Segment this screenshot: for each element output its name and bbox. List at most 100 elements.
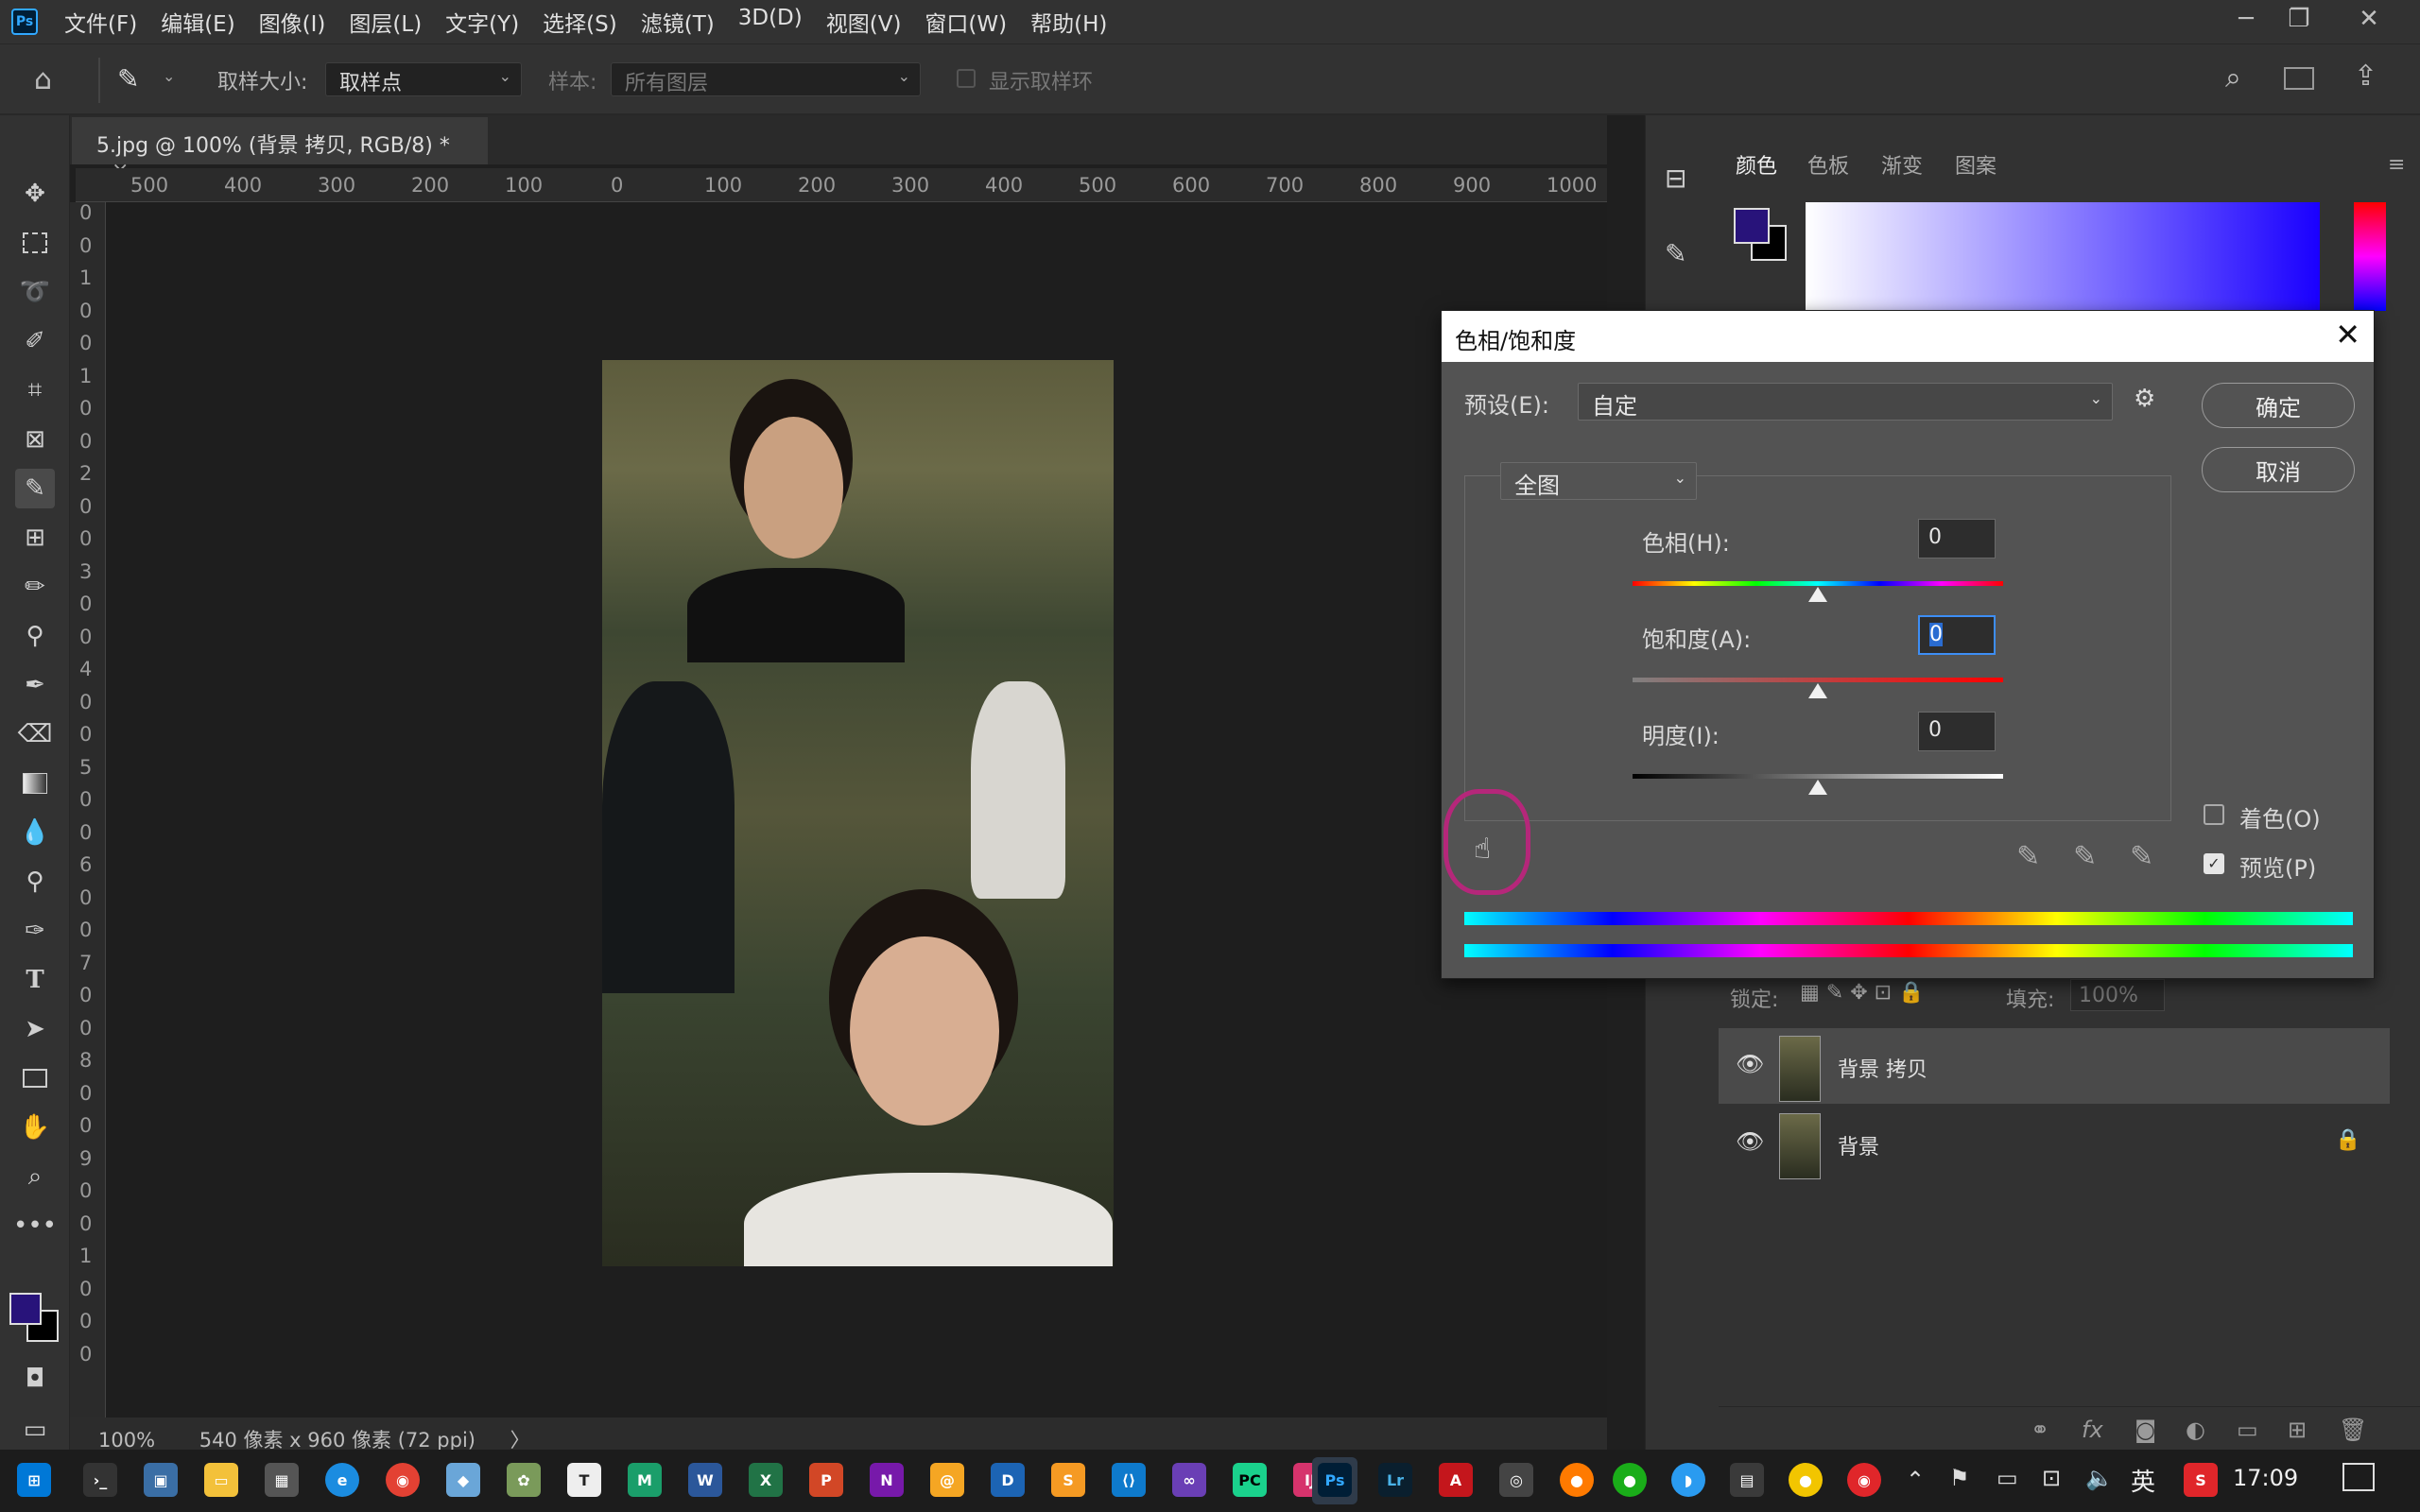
zoom-level[interactable]: 100% <box>98 1429 155 1452</box>
chevron-up-icon[interactable]: ⌃ <box>1906 1467 1925 1493</box>
quick-mask-icon[interactable]: ◘ <box>15 1359 55 1399</box>
saturation-input[interactable]: 0 <box>1918 615 1996 655</box>
panel-foreground-swatch[interactable] <box>1734 208 1770 244</box>
history-brush-icon[interactable]: ✒ <box>15 665 55 705</box>
hue-strip[interactable] <box>2354 202 2386 311</box>
color-field[interactable] <box>1806 202 2320 311</box>
rectangle-tool-icon[interactable] <box>15 1058 55 1098</box>
screen-mode-icon[interactable]: ▭ <box>15 1410 55 1450</box>
range-select[interactable]: 全图 ⌄ <box>1500 462 1697 500</box>
lightness-slider-track[interactable] <box>1633 774 2003 779</box>
colorize-checkbox[interactable] <box>2204 804 2224 825</box>
menu-type[interactable]: 文字(Y) <box>445 6 519 38</box>
hand-tool-icon[interactable]: ✋ <box>15 1108 55 1147</box>
file-explorer-icon[interactable]: ▭ <box>204 1463 238 1497</box>
sample-select[interactable]: 所有图层 ⌄ <box>611 62 921 96</box>
menu-edit[interactable]: 编辑(E) <box>161 6 234 38</box>
powerpoint-icon[interactable]: P <box>809 1463 843 1497</box>
ok-button[interactable]: 确定 <box>2202 383 2355 428</box>
tab-color[interactable]: 颜色 <box>1736 149 1777 180</box>
windows-start-icon[interactable]: ⊞ <box>17 1463 51 1497</box>
eraser-tool-icon[interactable]: ⌫ <box>15 714 55 754</box>
layer-row[interactable]: 👁 背景 🔒 <box>1719 1106 2390 1181</box>
gear-icon[interactable]: ⚙ <box>2134 385 2155 413</box>
sample-size-select[interactable]: 取样点 ⌄ <box>325 62 522 96</box>
pycharm-icon[interactable]: PC <box>1233 1463 1267 1497</box>
panel-menu-icon[interactable]: ≡ <box>2388 153 2405 177</box>
move-tool-icon[interactable]: ✥ <box>15 174 55 214</box>
menu-file[interactable]: 文件(F) <box>64 6 137 38</box>
document-tab[interactable]: 5.jpg @ 100% (背景 拷贝, RGB/8) * × <box>72 117 488 182</box>
status-arrow-icon[interactable]: 〉 <box>510 1429 530 1452</box>
clock[interactable]: 17:09 <box>2233 1465 2298 1491</box>
eyedropper-minus-icon[interactable]: ✎ <box>2130 840 2153 873</box>
onenote-icon[interactable]: N <box>870 1463 904 1497</box>
wechat-icon[interactable]: ● <box>1613 1463 1647 1497</box>
tray-icon[interactable]: ⚑ <box>1949 1465 1970 1491</box>
menu-3d[interactable]: 3D(D) <box>738 6 803 38</box>
fx-icon[interactable]: fx <box>2082 1417 2103 1443</box>
quick-select-tool-icon[interactable]: ✐ <box>15 321 55 361</box>
trash-icon[interactable]: 🗑 <box>2339 1417 2367 1443</box>
healing-tool-icon[interactable]: ⊞ <box>15 518 55 558</box>
netease-music-icon[interactable]: ◉ <box>1847 1463 1881 1497</box>
chevron-down-icon[interactable]: ⌄ <box>163 67 175 85</box>
word-icon[interactable]: W <box>688 1463 722 1497</box>
eyedropper-icon[interactable]: ✎ <box>117 63 139 94</box>
visual-studio-icon[interactable]: ∞ <box>1172 1463 1206 1497</box>
eye-icon[interactable]: 👁 <box>1736 1128 1764 1155</box>
dodge-tool-icon[interactable]: ⚲ <box>15 862 55 902</box>
menu-select[interactable]: 选择(S) <box>543 6 617 38</box>
lock-icons[interactable]: ▦ ✎ ✥ ⊡ 🔒 <box>1800 981 1924 1005</box>
home-icon[interactable]: ⌂ <box>34 63 52 96</box>
document-image[interactable] <box>602 360 1114 1266</box>
folder-icon[interactable]: ▭ <box>2237 1417 2258 1443</box>
ime-indicator[interactable]: 英 <box>2131 1463 2155 1498</box>
new-layer-icon[interactable]: ⊞ <box>2288 1417 2307 1443</box>
targeted-adjustment-icon[interactable]: ☝ <box>1474 833 1491 866</box>
menu-view[interactable]: 视图(V) <box>826 6 902 38</box>
hue-slider-track[interactable] <box>1633 581 2003 586</box>
eyedropper-icon[interactable]: ✎ <box>2016 840 2040 873</box>
crop-tool-icon[interactable]: ⌗ <box>15 370 55 410</box>
notification-icon[interactable] <box>2342 1463 2375 1491</box>
more-tools-icon[interactable]: ••• <box>13 1206 57 1246</box>
pen-tool-icon[interactable]: ✑ <box>15 911 55 951</box>
battery-icon[interactable]: ▭ <box>1996 1465 2018 1491</box>
cancel-button[interactable]: 取消 <box>2202 447 2355 492</box>
acrobat-icon[interactable]: A <box>1439 1463 1473 1497</box>
marquee-tool-icon[interactable] <box>15 223 55 263</box>
eyedropper-plus-icon[interactable]: ✎ <box>2073 840 2097 873</box>
share-icon[interactable]: ⇪ <box>2354 60 2377 93</box>
gradient-tool-icon[interactable] <box>15 764 55 803</box>
close-window-button[interactable]: ✕ <box>2341 0 2397 38</box>
typora-icon[interactable]: T <box>567 1463 601 1497</box>
blur-tool-icon[interactable]: 💧 <box>15 813 55 852</box>
app-icon[interactable]: ▤ <box>1730 1463 1764 1497</box>
lightness-input[interactable]: 0 <box>1918 712 1996 751</box>
preview-checkbox[interactable]: ✓ <box>2204 853 2224 874</box>
link-icon[interactable]: ⚭ <box>2031 1417 2049 1443</box>
history-icon[interactable]: ⊟ <box>1665 163 1686 194</box>
brush-settings-icon[interactable]: ✎ <box>1665 238 1686 269</box>
excel-icon[interactable]: X <box>749 1463 783 1497</box>
foreground-color-swatch[interactable] <box>9 1293 42 1325</box>
app-icon[interactable]: M <box>628 1463 662 1497</box>
tab-gradients[interactable]: 渐变 <box>1881 149 1923 180</box>
layer-row[interactable]: 👁 背景 拷贝 <box>1719 1028 2390 1104</box>
menu-filter[interactable]: 滤镜(T) <box>641 6 715 38</box>
zoom-tool-icon[interactable]: ⌕ <box>15 1157 55 1196</box>
fill-input[interactable]: 100% <box>2070 979 2165 1011</box>
menu-image[interactable]: 图像(I) <box>259 6 326 38</box>
calculator-icon[interactable]: ▦ <box>265 1463 299 1497</box>
tab-swatches[interactable]: 色板 <box>1807 149 1849 180</box>
minimize-button[interactable]: ─ <box>2218 0 2274 38</box>
stamp-tool-icon[interactable]: ⚲ <box>15 616 55 656</box>
app-icon[interactable]: ◗ <box>1671 1463 1705 1497</box>
search-icon[interactable]: ⌕ <box>2225 61 2241 94</box>
sublime-icon[interactable]: S <box>1051 1463 1085 1497</box>
devcpp-icon[interactable]: D <box>991 1463 1025 1497</box>
mask-icon[interactable]: ◙ <box>2135 1417 2156 1443</box>
hue-slider-thumb[interactable] <box>1808 587 1827 602</box>
sogou-icon[interactable]: S <box>2184 1463 2218 1497</box>
